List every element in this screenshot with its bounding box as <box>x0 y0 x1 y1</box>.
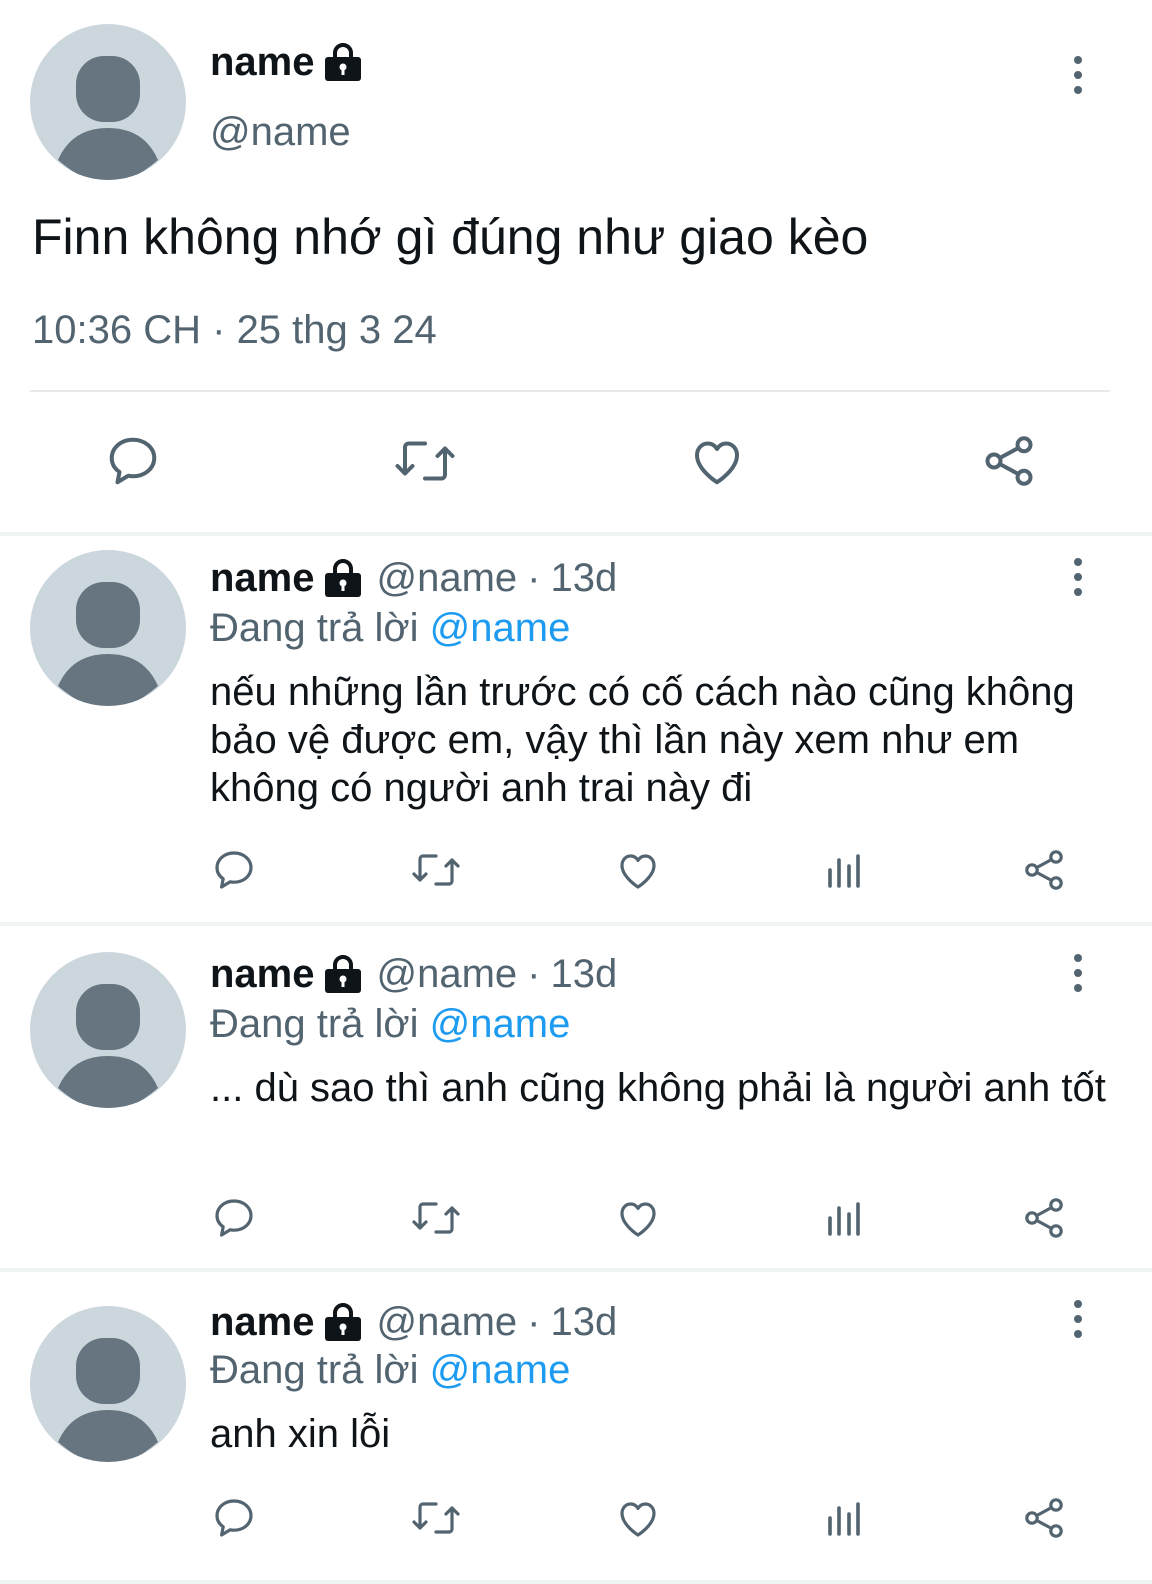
tweet-text: anh xin lỗi <box>210 1412 391 1456</box>
retweet-button[interactable] <box>406 1192 466 1244</box>
author-handle[interactable]: @name <box>377 556 518 601</box>
author-handle[interactable]: @name <box>377 1300 518 1345</box>
avatar[interactable] <box>30 952 186 1108</box>
share-button[interactable] <box>976 428 1042 494</box>
tweet-text: ... dù sao thì anh cũng không phải là ng… <box>210 1066 1106 1110</box>
tweet-separator <box>0 532 1152 536</box>
author-name[interactable]: name <box>210 556 315 601</box>
author-name-text: name <box>210 40 315 84</box>
lock-icon <box>324 1302 361 1341</box>
retweet-button[interactable] <box>406 844 466 896</box>
comment-icon <box>215 1499 253 1537</box>
reply-tweet[interactable]: name @name · 13d Đang trả lời @name ... … <box>0 926 1152 1268</box>
analytics-icon <box>828 1502 860 1536</box>
replying-to-link[interactable]: @name <box>430 1348 571 1392</box>
default-avatar-icon <box>58 1338 158 1462</box>
analytics-button[interactable] <box>818 844 870 896</box>
tweet-age[interactable]: 13d <box>551 556 618 601</box>
analytics-button[interactable] <box>818 1492 870 1544</box>
comment-icon <box>109 437 157 485</box>
retweet-button[interactable] <box>406 1492 466 1544</box>
meta-separator: · <box>527 952 541 996</box>
reply-tweet[interactable]: name @name · 13d Đang trả lời @name anh … <box>0 1272 1152 1584</box>
avatar[interactable] <box>30 24 186 180</box>
tweet-age[interactable]: 13d <box>551 952 618 997</box>
more-options-icon[interactable] <box>1058 50 1098 100</box>
default-avatar-icon <box>58 984 158 1108</box>
comment-button[interactable] <box>100 428 166 494</box>
replying-to-link[interactable]: @name <box>430 1002 571 1046</box>
like-button[interactable] <box>612 1192 664 1244</box>
meta-separator: · <box>527 556 541 600</box>
author-handle[interactable]: @name <box>210 110 351 155</box>
comment-icon <box>215 851 253 889</box>
meta-separator: · <box>212 308 226 352</box>
comment-button[interactable] <box>208 1192 260 1244</box>
tweet-text: nếu những lần trước có cố cách nào cũng … <box>210 670 1075 810</box>
default-avatar-icon <box>58 56 158 180</box>
analytics-icon <box>828 854 860 888</box>
reply-tweet[interactable]: name @name · 13d Đang trả lời @name nếu … <box>0 538 1152 922</box>
like-icon <box>695 441 739 485</box>
reply-header: name @name · 13d <box>210 952 617 997</box>
avatar[interactable] <box>30 1306 186 1462</box>
replying-prefix: Đang trả lời <box>210 1348 419 1392</box>
retweet-icon <box>412 854 460 886</box>
tweet-text: Finn không nhớ gì đúng như giao kèo <box>32 209 869 265</box>
retweet-icon <box>412 1202 460 1234</box>
retweet-icon <box>412 1502 460 1534</box>
like-icon <box>620 854 656 889</box>
like-button[interactable] <box>612 844 664 896</box>
author-name[interactable]: name <box>210 952 315 997</box>
share-icon <box>1025 1198 1063 1238</box>
comment-button[interactable] <box>208 1492 260 1544</box>
author-handle[interactable]: @name <box>377 952 518 997</box>
share-icon <box>1025 850 1063 890</box>
analytics-button[interactable] <box>818 1192 870 1244</box>
avatar[interactable] <box>30 550 186 706</box>
more-options-icon[interactable] <box>1058 948 1098 998</box>
replying-to: Đang trả lời @name <box>210 606 570 651</box>
comment-button[interactable] <box>208 844 260 896</box>
share-button[interactable] <box>1018 844 1070 896</box>
more-options-icon[interactable] <box>1058 1294 1098 1344</box>
like-button[interactable] <box>612 1492 664 1544</box>
like-button[interactable] <box>684 428 750 494</box>
lock-icon <box>324 954 361 993</box>
tweet-timestamp[interactable]: 10:36 CH · 25 thg 3 24 <box>32 308 437 353</box>
replying-prefix: Đang trả lời <box>210 606 419 650</box>
more-options-icon[interactable] <box>1058 552 1098 602</box>
tweet-age[interactable]: 13d <box>551 1300 618 1345</box>
like-icon <box>620 1202 656 1237</box>
retweet-button[interactable] <box>390 428 460 494</box>
tweet-time: 10:36 CH <box>32 308 201 352</box>
reply-header: name @name · 13d <box>210 556 617 601</box>
divider <box>30 390 1110 392</box>
share-icon <box>1025 1498 1063 1538</box>
share-button[interactable] <box>1018 1492 1070 1544</box>
author-name[interactable]: name <box>210 1300 315 1345</box>
default-avatar-icon <box>58 582 158 706</box>
comment-icon <box>215 1199 253 1237</box>
replying-to: Đang trả lời @name <box>210 1002 570 1047</box>
share-button[interactable] <box>1018 1192 1070 1244</box>
main-tweet: name @name Finn không nhớ gì đúng như gi… <box>0 0 1152 538</box>
author-name[interactable]: name <box>210 40 363 85</box>
lock-icon <box>324 42 361 81</box>
replying-prefix: Đang trả lời <box>210 1002 419 1046</box>
retweet-icon <box>395 441 455 481</box>
tweet-separator <box>0 1580 1152 1584</box>
like-icon <box>620 1502 656 1537</box>
reply-header: name @name · 13d <box>210 1300 617 1345</box>
lock-icon <box>324 558 361 597</box>
replying-to: Đang trả lời @name <box>210 1348 570 1393</box>
meta-separator: · <box>527 1300 541 1344</box>
tweet-date: 25 thg 3 24 <box>236 308 437 352</box>
analytics-icon <box>828 1202 860 1236</box>
share-icon <box>985 436 1033 486</box>
replying-to-link[interactable]: @name <box>430 606 571 650</box>
